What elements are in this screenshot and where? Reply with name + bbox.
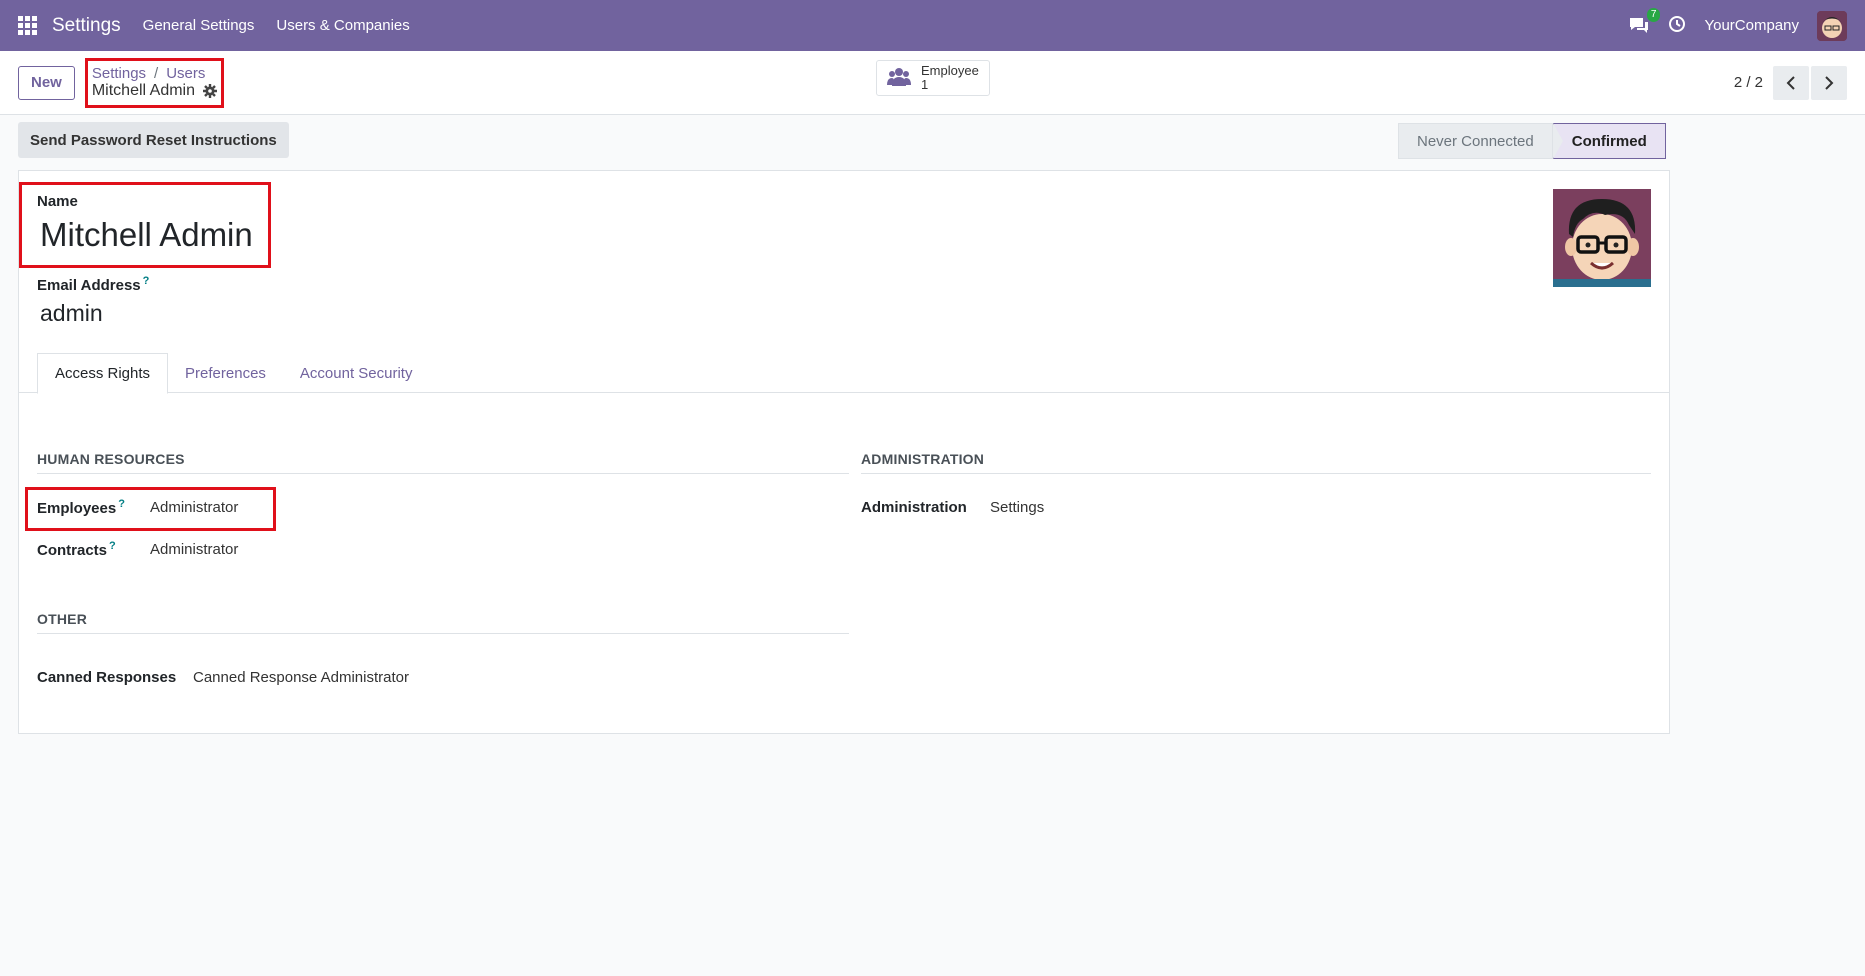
canned-responses-select[interactable]: Canned Response Administrator (193, 669, 409, 686)
user-avatar[interactable] (1817, 10, 1847, 41)
top-navbar: Settings General Settings Users & Compan… (0, 0, 1865, 51)
contracts-help-tooltip[interactable]: ? (109, 540, 116, 552)
pager-previous-button[interactable] (1773, 65, 1809, 100)
send-password-reset-button[interactable]: Send Password Reset Instructions (18, 122, 289, 158)
name-input[interactable]: Mitchell Admin (37, 216, 253, 254)
tab-account-security[interactable]: Account Security (283, 353, 430, 393)
status-bar: Never Connected Confirmed (1398, 123, 1666, 159)
stage-confirmed[interactable]: Confirmed (1552, 123, 1666, 159)
chevron-right-icon (1825, 75, 1834, 90)
breadcrumb-users[interactable]: Users (166, 65, 205, 82)
user-photo[interactable] (1553, 189, 1651, 287)
new-button[interactable]: New (18, 65, 75, 100)
app-title[interactable]: Settings (52, 15, 121, 37)
chevron-left-icon (1786, 75, 1795, 90)
hr-section-title: HUMAN RESOURCES (37, 451, 849, 474)
contracts-access-select[interactable]: Administrator (150, 541, 238, 558)
form-status-row: Send Password Reset Instructions Never C… (0, 115, 1865, 165)
admin-section-title: ADMINISTRATION (861, 451, 1651, 474)
smart-button-count: 1 (921, 77, 929, 92)
employee-smart-button[interactable]: Employee 1 (876, 60, 990, 96)
canned-responses-row: Canned Responses Canned Response Adminis… (37, 656, 849, 698)
activity-clock-icon[interactable] (1668, 15, 1686, 37)
name-field-group: Name Mitchell Admin (19, 182, 271, 268)
chat-count-badge: 7 (1646, 7, 1661, 22)
pager: 2 / 2 (1734, 65, 1847, 100)
administration-access-select[interactable]: Settings (990, 499, 1044, 516)
apps-menu-icon[interactable] (18, 15, 38, 36)
email-help-tooltip[interactable]: ? (143, 275, 150, 287)
pager-next-button[interactable] (1811, 65, 1847, 100)
menu-users-companies[interactable]: Users & Companies (276, 17, 409, 34)
email-input[interactable]: admin (37, 300, 149, 327)
form-sheet: Name Mitchell Admin Email Address? admin… (18, 170, 1670, 734)
stage-never-connected[interactable]: Never Connected (1398, 123, 1553, 159)
admin-section: ADMINISTRATION Administration Settings (861, 451, 1651, 528)
messaging-icon[interactable]: 7 (1628, 7, 1661, 36)
breadcrumb: Settings / Users Mitchell Admin (84, 57, 224, 108)
tab-access-rights[interactable]: Access Rights (37, 353, 169, 394)
contracts-row: Contracts? Administrator (37, 528, 849, 570)
email-label: Email Address (37, 277, 141, 294)
breadcrumb-current-record: Mitchell Admin (91, 82, 195, 99)
menu-general-settings[interactable]: General Settings (143, 17, 255, 34)
email-field-group: Email Address? admin (37, 275, 149, 327)
name-label: Name (37, 193, 78, 210)
gear-icon[interactable] (203, 84, 217, 98)
canned-responses-label: Canned Responses (37, 668, 177, 686)
company-switcher[interactable]: YourCompany (1704, 17, 1799, 34)
contracts-label: Contracts (37, 541, 108, 559)
control-panel: New Settings / Users Mitchell Admin Empl… (0, 51, 1865, 115)
administration-row: Administration Settings (861, 486, 1651, 528)
users-icon (887, 66, 911, 90)
pager-value[interactable]: 2 / 2 (1734, 74, 1763, 91)
tab-preferences[interactable]: Preferences (168, 353, 283, 393)
breadcrumb-separator: / (154, 65, 159, 82)
smart-button-label: Employee (921, 63, 979, 78)
administration-label: Administration (861, 498, 967, 516)
other-section-title: OTHER (37, 611, 849, 634)
breadcrumb-settings[interactable]: Settings (92, 65, 146, 82)
other-section: OTHER Canned Responses Canned Response A… (37, 611, 849, 698)
notebook-tabs: Access Rights Preferences Account Securi… (19, 353, 1669, 394)
employees-highlight (25, 487, 276, 531)
